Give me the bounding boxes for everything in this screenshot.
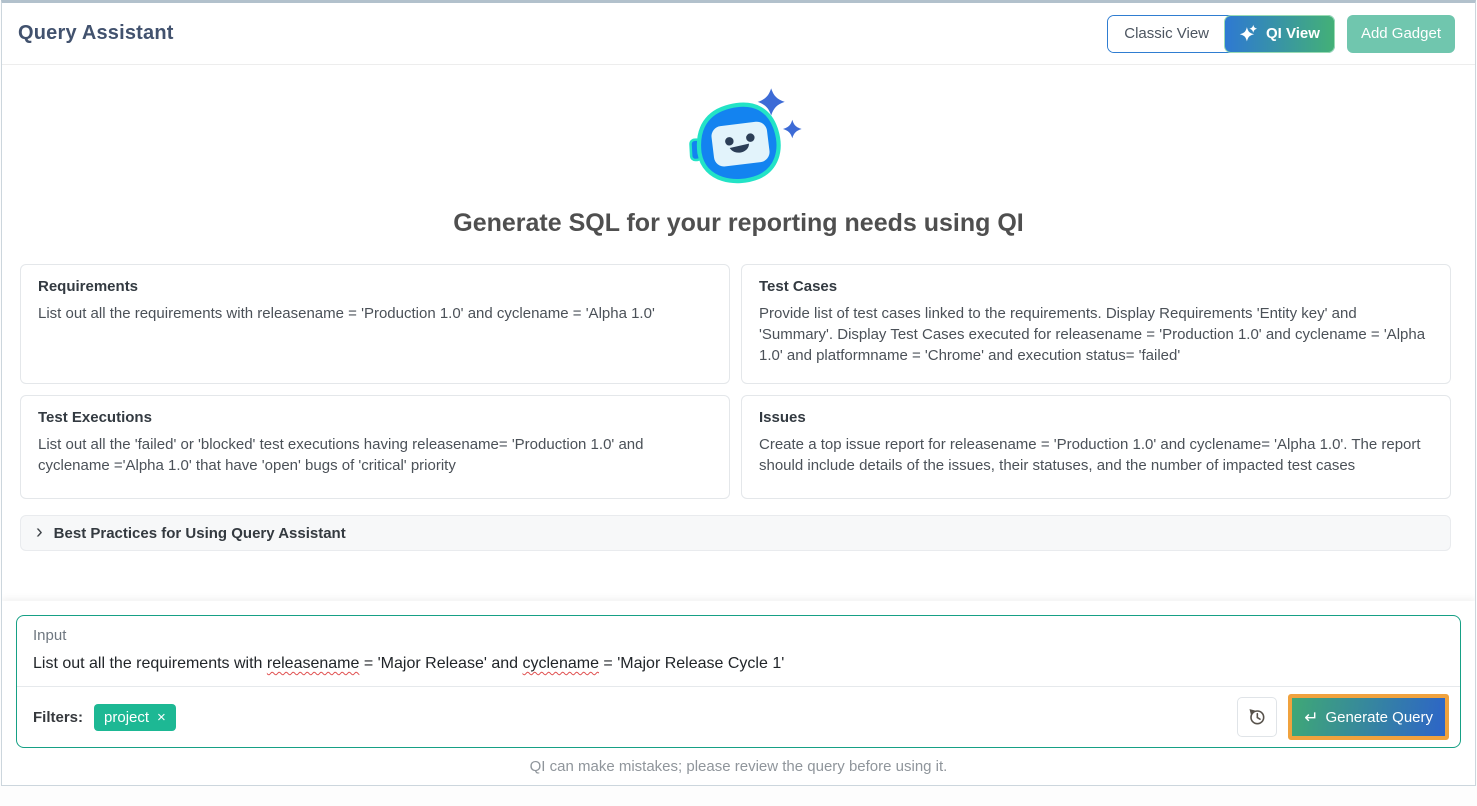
history-icon — [1247, 707, 1267, 727]
card-text: List out all the requirements with relea… — [38, 305, 655, 322]
remove-filter-icon[interactable]: × — [157, 710, 166, 725]
card-text: List out all the 'failed' or 'blocked' t… — [38, 436, 644, 474]
header: Query Assistant Classic View QI View Add… — [2, 3, 1475, 65]
query-text-segment: List out all the requirements with — [33, 655, 267, 672]
hero-heading: Generate SQL for your reporting needs us… — [453, 209, 1024, 237]
query-text-segment: = 'Major Release Cycle 1' — [598, 655, 785, 672]
hero — [2, 85, 1475, 195]
generate-query-label: Generate Query — [1325, 708, 1433, 726]
query-text-segment: = 'Major Release' and — [359, 655, 523, 672]
example-card-issues[interactable]: Issues Create a top issue report for rel… — [741, 395, 1451, 499]
filter-row: Filters: project × ↵ Generate Query — [17, 687, 1460, 747]
best-practices-label: Best Practices for Using Query Assistant — [53, 524, 346, 542]
card-title: Requirements — [38, 278, 139, 295]
add-gadget-button[interactable]: Add Gadget — [1346, 14, 1455, 53]
query-text-misspelled: releasename — [266, 655, 360, 672]
input-label: Input — [33, 627, 67, 644]
best-practices-accordion[interactable]: › Best Practices for Using Query Assista… — [20, 515, 1451, 551]
card-title: Test Cases — [759, 278, 838, 295]
chevron-right-icon: › — [36, 521, 43, 543]
query-text-misspelled: cyclename — [522, 655, 599, 672]
add-gadget-label: Add Gadget — [1360, 25, 1441, 42]
query-input-box: Input List out all the requirements with… — [16, 615, 1461, 748]
classic-view-button[interactable]: Classic View — [1108, 15, 1226, 52]
return-key-icon: ↵ — [1304, 707, 1319, 727]
generate-query-button[interactable]: ↵ Generate Query — [1292, 698, 1445, 736]
card-text: Provide list of test cases linked to the… — [759, 305, 1426, 364]
example-card-test-cases[interactable]: Test Cases Provide list of test cases li… — [741, 264, 1451, 384]
card-text: Create a top issue report for releasenam… — [759, 436, 1421, 474]
input-panel: Input List out all the requirements with… — [2, 601, 1475, 785]
main-content: Generate SQL for your reporting needs us… — [2, 65, 1475, 785]
filter-tag-project[interactable]: project × — [94, 703, 176, 731]
qi-robot-icon — [675, 85, 803, 195]
header-actions: Classic View QI View Add Gadget — [1107, 14, 1455, 53]
filters-label: Filters: — [33, 708, 84, 726]
sparkles-icon — [1239, 24, 1258, 43]
query-assistant-window: Query Assistant Classic View QI View Add… — [1, 0, 1476, 786]
view-toggle-group: Classic View QI View — [1107, 14, 1335, 53]
qi-view-button[interactable]: QI View — [1224, 14, 1335, 53]
page-title: Query Assistant — [18, 22, 174, 44]
query-input[interactable]: List out all the requirements with relea… — [17, 646, 1460, 686]
history-button[interactable] — [1237, 697, 1278, 737]
card-title: Test Executions — [38, 409, 152, 426]
disclaimer-text: QI can make mistakes; please review the … — [529, 758, 948, 775]
card-title: Issues — [759, 409, 806, 426]
classic-view-label: Classic View — [1124, 25, 1210, 42]
generate-query-highlight-ring: ↵ Generate Query — [1288, 694, 1449, 740]
example-card-requirements[interactable]: Requirements List out all the requiremen… — [20, 264, 730, 384]
example-card-test-executions[interactable]: Test Executions List out all the 'failed… — [20, 395, 730, 499]
filter-tag-label: project — [104, 708, 150, 726]
qi-view-label: QI View — [1266, 25, 1320, 42]
example-cards: Requirements List out all the requiremen… — [20, 264, 1451, 499]
